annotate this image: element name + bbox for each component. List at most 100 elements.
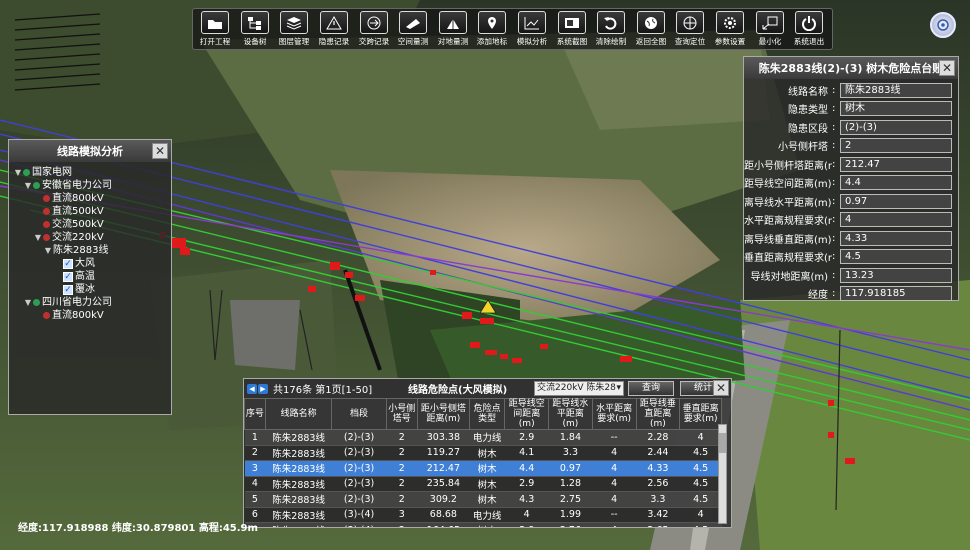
tree-item[interactable]: 直流500kV	[9, 205, 171, 218]
tree-item[interactable]: 交流500kV	[9, 218, 171, 231]
toolbar-button-tree[interactable]: 设备树	[236, 11, 275, 47]
toolbar-button-chart[interactable]: 模拟分析	[513, 11, 552, 47]
node-icon	[33, 299, 40, 306]
table-row[interactable]: 6 陈朱2883线 (3)-(4) 3 68.68 电力线 4 1.99 -- 3.42 4	[244, 507, 722, 523]
column-header[interactable]: 距导线水平距离(m)	[548, 398, 593, 430]
field-value[interactable]: 陈朱2883线	[840, 82, 952, 98]
field-value[interactable]: 4.5	[840, 249, 952, 265]
toolbar-button-measure[interactable]: 空间量测	[394, 11, 433, 47]
main-toolbar: 打开工程 设备树 图层管理 隐患记录 交跨记录 空间量测 对地量测 添加地标 模拟分析 系统截图清…	[192, 8, 833, 50]
tree-item[interactable]: 直流800kV	[9, 309, 171, 322]
toolbar-button-pin[interactable]: 添加地标	[473, 11, 512, 47]
table-row[interactable]: 2 陈朱2883线 (2)-(3) 2 119.27 树木 4.1 3.3 4 2.44 4.5	[244, 445, 722, 461]
table-cell: 1	[244, 429, 266, 446]
toolbar-button-minimize[interactable]: 最小化	[750, 11, 789, 47]
tree-item[interactable]: ✓ 大风	[9, 257, 171, 270]
field-value[interactable]: 212.47	[840, 156, 952, 172]
checkbox[interactable]: ✓	[63, 271, 73, 282]
checkbox[interactable]: ✓	[63, 284, 73, 295]
tree-item[interactable]: ▼ 安徽省电力公司	[9, 179, 171, 192]
toolbar-button-locate[interactable]: 查询定位	[671, 11, 710, 47]
next-page-button[interactable]: ▶	[258, 383, 268, 394]
table-cell: 2.9	[504, 476, 549, 492]
close-icon[interactable]: ✕	[152, 143, 168, 159]
tree-item[interactable]: ✓ 覆冰	[9, 283, 171, 296]
scrollbar-thumb[interactable]	[719, 433, 726, 453]
table-cell: 3	[386, 507, 418, 523]
node-icon	[23, 169, 30, 176]
field-value[interactable]: 4.33	[840, 230, 952, 246]
tree-item[interactable]: ✓ 高温	[9, 270, 171, 283]
field-value[interactable]: 2	[840, 138, 952, 154]
field-value[interactable]: 0.97	[840, 193, 952, 209]
table-cell: 4.1	[504, 445, 549, 461]
column-header[interactable]: 线路名称	[264, 398, 333, 430]
field-value[interactable]: (2)-(3)	[840, 119, 952, 135]
field-label: 距小号侧杆塔距离(m)	[744, 160, 832, 172]
table-cell: 4.4	[504, 460, 549, 477]
field-value[interactable]: 117.918185	[840, 286, 952, 302]
table-row[interactable]: 1 陈朱2883线 (2)-(3) 2 303.38 电力线 2.9 1.84 -- 2.28 4	[244, 429, 722, 446]
column-header[interactable]: 危险点类型	[468, 398, 506, 430]
toolbar-button-screenshot[interactable]: 系统截图	[552, 11, 591, 47]
column-header[interactable]: 垂直距离要求(m)	[679, 398, 722, 430]
field-value[interactable]: 4	[840, 212, 952, 228]
tree-item[interactable]: ▼ 四川省电力公司	[9, 296, 171, 309]
toolbar-button-globe[interactable]: 返回全图	[632, 11, 671, 47]
table-cell: 4	[592, 445, 637, 461]
column-header[interactable]: 序号	[244, 398, 266, 430]
tree-expand-icon[interactable]: ▼	[33, 231, 43, 244]
query-button[interactable]: 查询	[628, 381, 674, 396]
tree-expand-icon[interactable]: ▼	[13, 166, 23, 179]
table-cell: 212.47	[417, 460, 470, 477]
table-row[interactable]: 7陈朱2883线(3)-(4)3164.65树木3.82.7642.654.5	[244, 522, 722, 527]
node-icon	[43, 208, 50, 215]
table-title: 线路危险点(大风模拟)	[408, 385, 508, 396]
column-header[interactable]: 小号侧塔号	[385, 398, 418, 430]
toolbar-button-gear[interactable]: 参数设置	[711, 11, 750, 47]
column-header[interactable]: 距导线空间距离(m)	[504, 398, 550, 430]
toolbar-button-layers[interactable]: 图层管理	[275, 11, 314, 47]
column-header[interactable]: 距导线垂直距离(m)	[635, 398, 681, 430]
table-cell: 4.5	[679, 476, 722, 492]
table-cell: 4	[504, 507, 549, 523]
toolbar-label: 打开工程	[200, 37, 231, 46]
line-filter-value: 交流220kV 陈朱28	[537, 383, 616, 393]
toolbar-button-crossing[interactable]: 交跨记录	[354, 11, 393, 47]
checkbox[interactable]: ✓	[63, 258, 73, 269]
toolbar-button-folder[interactable]: 打开工程	[196, 11, 235, 47]
table-scrollbar[interactable]	[718, 424, 727, 524]
column-header[interactable]: 距小号侧塔距离(m)	[416, 398, 470, 430]
toolbar-button-undo[interactable]: 清除绘制	[592, 11, 631, 47]
field-label: 离导线水平距离(m)	[744, 197, 832, 209]
line-filter-select[interactable]: 交流220kV 陈朱28 ▾	[534, 381, 624, 396]
table-row[interactable]: 4 陈朱2883线 (2)-(3) 2 235.84 树木 2.9 1.28 4 2.56 4.5	[244, 476, 722, 492]
table-cell: 树木	[469, 476, 505, 492]
compass-icon[interactable]	[930, 12, 956, 38]
tree-item[interactable]: ▼ 交流220kV	[9, 231, 171, 244]
field-colon: :	[832, 103, 836, 115]
close-icon[interactable]: ✕	[939, 60, 955, 76]
field-value[interactable]: 树木	[840, 101, 952, 117]
toolbar-button-ground-measure[interactable]: 对地量测	[434, 11, 473, 47]
field-value[interactable]: 13.23	[840, 267, 952, 283]
tree-expand-icon[interactable]: ▼	[23, 296, 33, 309]
column-header[interactable]: 档段	[331, 398, 387, 430]
toolbar-button-warning[interactable]: 隐患记录	[315, 11, 354, 47]
close-icon[interactable]: ✕	[713, 380, 729, 396]
table-row[interactable]: 3 陈朱2883线 (2)-(3) 2 212.47 树木 4.4 0.97 4 4.33 4.5	[244, 460, 722, 477]
tree-item[interactable]: ▼ 国家电网	[9, 166, 171, 179]
column-header[interactable]: 水平距离要求(m)	[591, 398, 637, 430]
field-value[interactable]: 4.4	[840, 175, 952, 191]
field-colon: :	[832, 214, 836, 226]
tree-expand-icon[interactable]: ▼	[43, 244, 53, 257]
field-colon: :	[832, 195, 836, 207]
coordinate-readout: 经度:117.918988 纬度:30.879801 高程:45.9m	[18, 523, 258, 534]
table-row[interactable]: 5 陈朱2883线 (2)-(3) 2 309.2 树木 4.3 2.75 4 3.3 4.5	[244, 491, 722, 508]
prev-page-button[interactable]: ◀	[247, 383, 257, 394]
toolbar-button-power[interactable]: 系统退出	[790, 11, 829, 47]
tree-item[interactable]: 直流800kV	[9, 192, 171, 205]
table-cell: 3.3	[636, 491, 680, 508]
tree-item[interactable]: ▼ 陈朱2883线	[9, 244, 171, 257]
tree-expand-icon[interactable]: ▼	[23, 179, 33, 192]
